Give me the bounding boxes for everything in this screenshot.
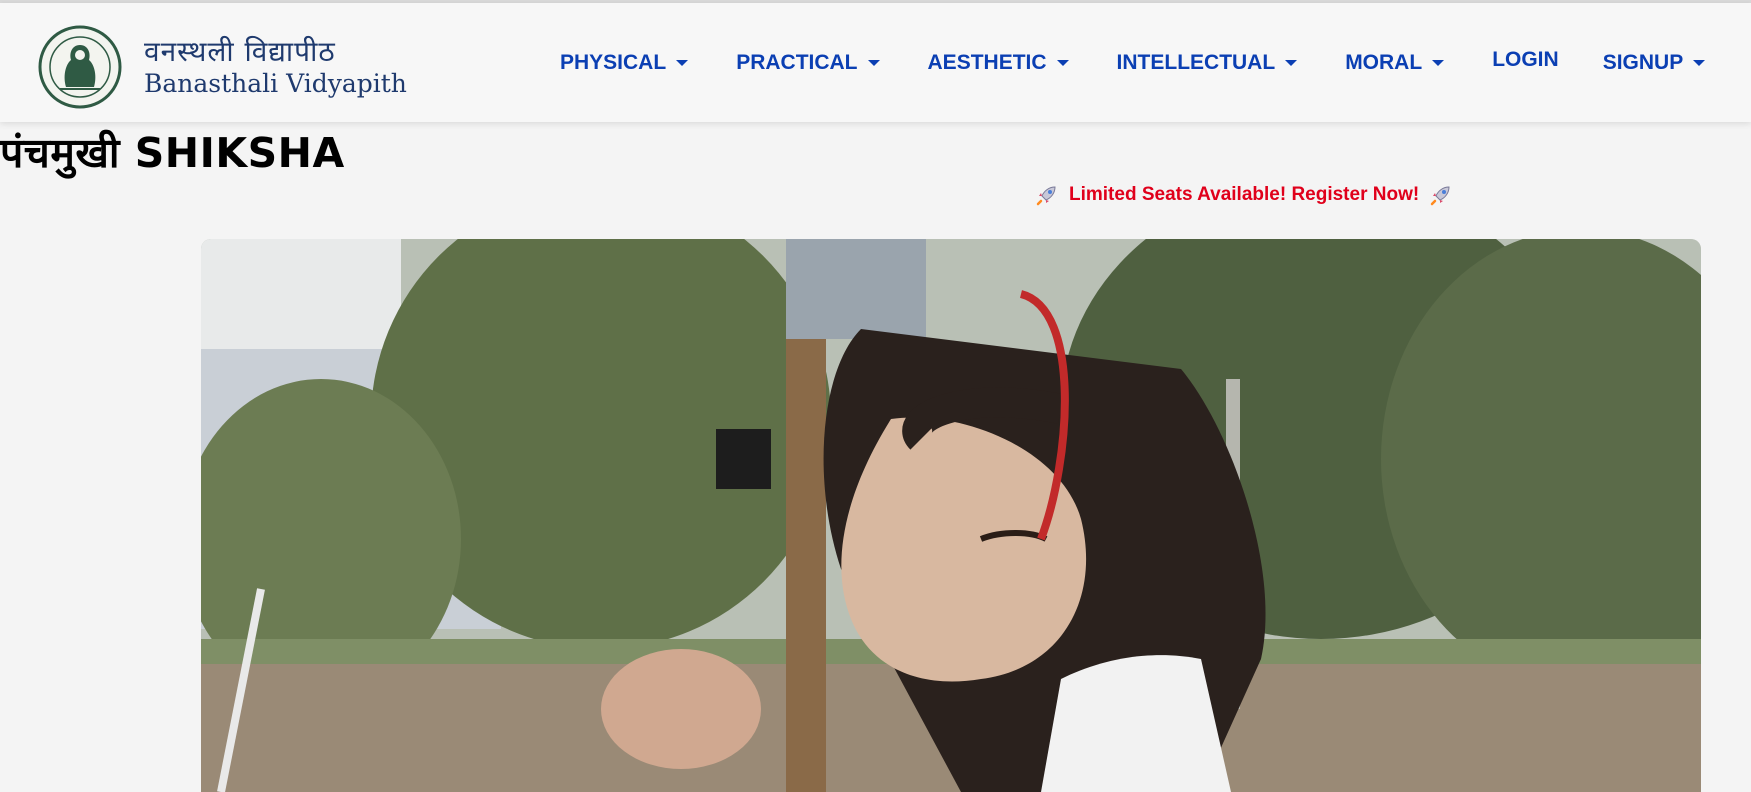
nav-intellectual-label: INTELLECTUAL <box>1116 50 1276 74</box>
archer-video-frame <box>201 239 1701 792</box>
nav-signup-label: SIGNUP <box>1602 50 1684 74</box>
chevron-down-icon <box>1056 59 1069 66</box>
nav-aesthetic-label: AESTHETIC <box>927 50 1047 74</box>
brand-text: वनस्थली विद्यापीठ Banasthali Vidyapith <box>144 35 407 99</box>
university-seal-icon <box>38 25 122 109</box>
nav-signup[interactable]: SIGNUP <box>1603 51 1706 75</box>
chevron-down-icon <box>1285 59 1298 66</box>
nav-intellectual[interactable]: INTELLECTUAL <box>1117 51 1298 75</box>
nav-login[interactable]: LOGIN <box>1492 48 1559 72</box>
navbar: वनस्थली विद्यापीठ Banasthali Vidyapith P… <box>0 3 1751 122</box>
nav-moral[interactable]: MORAL <box>1345 50 1445 75</box>
brand-name-hindi: वनस्थली विद्यापीठ <box>144 35 336 68</box>
page-title: पंचमुखी SHIKSHA <box>0 129 345 177</box>
nav-moral-label: MORAL <box>1345 50 1423 74</box>
nav-physical-label: PHYSICAL <box>560 50 667 74</box>
nav-practical[interactable]: PRACTICAL <box>736 50 880 75</box>
main-nav: PHYSICAL PRACTICAL AESTHETIC INTELLECTUA… <box>560 3 1751 122</box>
chevron-down-icon <box>867 59 880 66</box>
brand-name-english: Banasthali Vidyapith <box>144 69 407 98</box>
brand-logo[interactable]: वनस्थली विद्यापीठ Banasthali Vidyapith <box>38 25 407 109</box>
promo-banner: Limited Seats Available! Register Now! <box>1025 183 1463 207</box>
chevron-down-icon <box>676 59 689 66</box>
nav-aesthetic[interactable]: AESTHETIC <box>928 51 1069 75</box>
nav-physical[interactable]: PHYSICAL <box>560 50 689 75</box>
hero-video[interactable] <box>201 239 1701 792</box>
banner-text: Limited Seats Available! Register Now! <box>1069 184 1420 205</box>
rocket-icon <box>1036 186 1056 206</box>
chevron-down-icon <box>1693 59 1706 66</box>
nav-login-label: LOGIN <box>1492 47 1559 71</box>
chevron-down-icon <box>1432 59 1445 66</box>
rocket-icon <box>1430 186 1450 206</box>
nav-practical-label: PRACTICAL <box>736 50 858 74</box>
